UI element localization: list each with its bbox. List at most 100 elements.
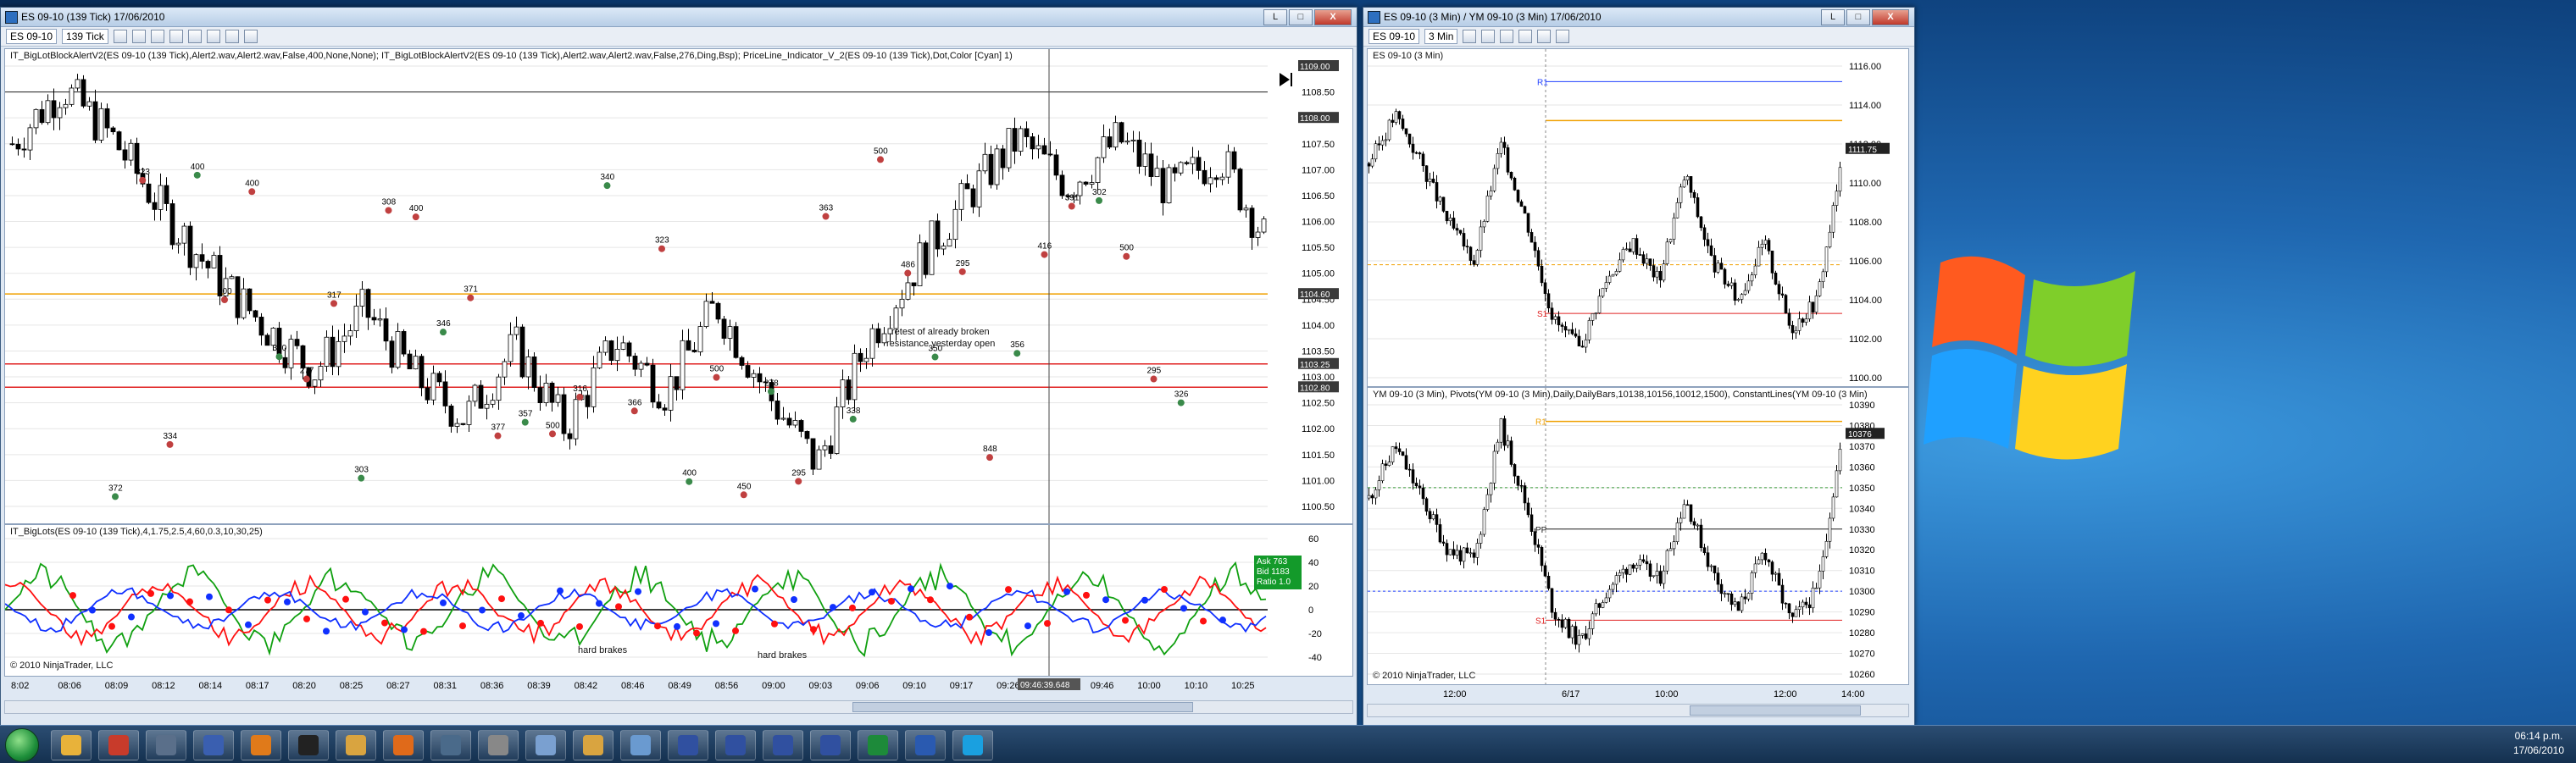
chart-4-taskbar-button[interactable]: [810, 730, 851, 760]
scrollbar-thumb[interactable]: [1690, 705, 1861, 716]
close-button[interactable]: X: [1872, 9, 1909, 25]
candle: [1784, 602, 1788, 605]
draw-tool-icon[interactable]: [1481, 30, 1496, 43]
bar-type-icon[interactable]: [1463, 30, 1477, 43]
candle: [1546, 576, 1551, 589]
excel-taskbar-button[interactable]: [858, 730, 898, 760]
folder-2-taskbar-button[interactable]: [336, 730, 376, 760]
interval-select[interactable]: 3 Min: [1424, 29, 1458, 44]
instrument-select[interactable]: ES 09-10: [6, 29, 58, 44]
chart-2-taskbar-button[interactable]: [715, 730, 756, 760]
scrollbar-thumb[interactable]: [852, 702, 1193, 712]
candle: [1591, 613, 1595, 629]
monitor-taskbar-button[interactable]: [430, 730, 471, 760]
maximize-button[interactable]: □: [1846, 9, 1870, 25]
notepad-taskbar-button[interactable]: [620, 730, 661, 760]
search-taskbar-button[interactable]: [478, 730, 519, 760]
candle: [905, 282, 911, 300]
word-taskbar-button[interactable]: [905, 730, 946, 760]
block-marker: [303, 375, 310, 383]
zoom-icon[interactable]: [187, 30, 202, 43]
time-label: 09:26: [997, 681, 1020, 691]
price-chart[interactable]: IT_BigLotBlockAlertV2(ES 09-10 (139 Tick…: [4, 48, 1353, 524]
maximize-button[interactable]: □: [1289, 9, 1313, 25]
candle: [282, 357, 288, 368]
indicators-icon[interactable]: [225, 30, 239, 43]
time-label: 08:17: [246, 681, 269, 691]
block-label: 340: [601, 173, 615, 182]
es-3min-chart[interactable]: ES 09-10 (3 Min) 1116.001114.001112.0011…: [1367, 48, 1909, 387]
candle: [1672, 218, 1676, 240]
indicators-icon[interactable]: [1556, 30, 1570, 43]
osc-dot: [849, 604, 856, 611]
candle: [733, 326, 739, 358]
pencil-icon[interactable]: [150, 30, 164, 43]
crosshair-icon[interactable]: [1518, 30, 1533, 43]
candle: [1455, 550, 1459, 556]
skype-taskbar-button[interactable]: [952, 730, 993, 760]
candle: [1607, 589, 1612, 599]
candle: [804, 431, 810, 440]
osc-dot: [167, 592, 174, 600]
close-button[interactable]: X: [1314, 9, 1352, 25]
bar-type-icon[interactable]: [113, 30, 127, 43]
candle: [1370, 495, 1374, 499]
media-player-taskbar-button[interactable]: [241, 730, 281, 760]
candle: [389, 340, 395, 368]
firefox-icon: [393, 735, 414, 755]
clock[interactable]: 06:14 p.m. 17/06/2010: [2513, 729, 2564, 758]
folder-3-taskbar-button[interactable]: [573, 730, 613, 760]
osc-dot: [1219, 616, 1226, 624]
candle: [1506, 440, 1510, 446]
block-label: 416: [1038, 242, 1052, 252]
candle: [555, 394, 561, 403]
paint-taskbar-button[interactable]: [525, 730, 566, 760]
block-label: 400: [682, 469, 697, 478]
draw-tool-icon[interactable]: [131, 30, 146, 43]
candle: [199, 254, 205, 262]
start-button[interactable]: [5, 728, 39, 762]
main-titlebar[interactable]: ES 09-10 (139 Tick) 17/06/2010 L □ X: [1, 8, 1357, 27]
candle: [1411, 143, 1415, 153]
candle: [1472, 260, 1476, 265]
candle: [1452, 549, 1456, 556]
candle: [852, 352, 858, 401]
workspace-taskbar-button[interactable]: [146, 730, 186, 760]
pencil-icon[interactable]: [1500, 30, 1514, 43]
properties-icon[interactable]: [1537, 30, 1552, 43]
horizontal-scrollbar[interactable]: [4, 700, 1353, 714]
oscillator-panel[interactable]: IT_BigLots(ES 09-10 (139 Tick),4,1.75,2.…: [4, 524, 1353, 677]
candle: [715, 302, 721, 320]
main-chart-window[interactable]: ES 09-10 (139 Tick) 17/06/2010 L □ X ES …: [0, 7, 1357, 727]
chart-1-taskbar-button[interactable]: [668, 730, 708, 760]
hp-taskbar-button[interactable]: [288, 730, 329, 760]
ym-3min-chart[interactable]: YM 09-10 (3 Min), Pivots(YM 09-10 (3 Min…: [1367, 387, 1909, 685]
minimize-button[interactable]: L: [1263, 9, 1287, 25]
candle: [1035, 145, 1041, 150]
firefox-taskbar-button[interactable]: [383, 730, 424, 760]
right-titlebar[interactable]: ES 09-10 (3 Min) / YM 09-10 (3 Min) 17/0…: [1363, 8, 1914, 27]
candle: [952, 208, 958, 241]
candle: [1368, 495, 1371, 499]
candle: [496, 376, 502, 401]
block-label: 295: [791, 468, 806, 478]
strategies-icon[interactable]: [243, 30, 258, 43]
chart-3-taskbar-button[interactable]: [763, 730, 803, 760]
price-axis-label: 10320: [1849, 545, 1875, 556]
horizontal-scrollbar[interactable]: [1367, 704, 1909, 717]
crosshair-icon[interactable]: [169, 30, 183, 43]
ninjatrader-taskbar-button[interactable]: [98, 730, 139, 760]
interval-select[interactable]: 139 Tick: [62, 29, 108, 44]
minimize-button[interactable]: L: [1821, 9, 1845, 25]
properties-icon[interactable]: [206, 30, 220, 43]
candle: [1611, 583, 1615, 590]
candle: [1563, 618, 1568, 628]
right-chart-window[interactable]: ES 09-10 (3 Min) / YM 09-10 (3 Min) 17/0…: [1363, 7, 1915, 727]
price-axis-label: 1104.00: [1302, 321, 1335, 331]
candle: [300, 345, 306, 368]
instrument-select[interactable]: ES 09-10: [1368, 29, 1420, 44]
block-label: 500: [710, 365, 724, 374]
folder-taskbar-button[interactable]: [51, 730, 92, 760]
amp-taskbar-button[interactable]: [193, 730, 234, 760]
block-label: 326: [1174, 390, 1189, 400]
